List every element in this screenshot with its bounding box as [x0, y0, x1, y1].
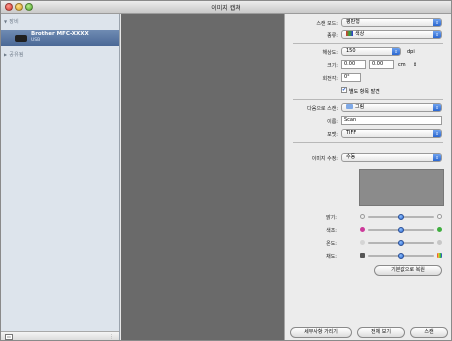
devices-section-header[interactable]: ▼ 장비: [4, 18, 19, 25]
size-label: 크기:: [327, 63, 338, 69]
kind-label: 종류:: [327, 33, 338, 39]
scan-settings-panel: 스캔 모드: 평판형 ⇕ 종류: 색상 ⇕ 해상도: 150 ⇕ dpi 크기:: [284, 14, 451, 340]
divider: [293, 43, 443, 44]
width-field[interactable]: 0.00: [341, 60, 366, 69]
size-unit: cm: [398, 62, 406, 68]
unit-stepper-icon[interactable]: ⇕: [413, 62, 417, 68]
device-connection: USB: [31, 38, 41, 43]
sidebar-item-device[interactable]: Brother MFC-XXXX USB: [1, 30, 119, 46]
kind-row: 종류: 색상 ⇕: [285, 30, 451, 39]
shared-section-header[interactable]: ▶ 공유됨: [4, 51, 24, 58]
overview-button[interactable]: 전체 보기: [357, 327, 405, 338]
sun-low-icon: [360, 214, 365, 219]
scan-to-label: 다음으로 스캔:: [307, 106, 338, 112]
kind-popup[interactable]: 색상 ⇕: [341, 30, 442, 39]
sidebar: ▼ 장비 Brother MFC-XXXX USB ▶ 공유됨 ▭ ⋮: [1, 14, 120, 340]
sun-high-icon: [437, 214, 442, 219]
cool-icon: [360, 240, 365, 245]
brightness-slider[interactable]: [368, 214, 434, 220]
scan-to-value: 그림: [355, 104, 365, 110]
scan-button[interactable]: 스캔: [410, 327, 448, 338]
resolution-unit: dpi: [407, 49, 415, 55]
histogram-preview: [359, 169, 444, 206]
scan-to-popup[interactable]: 그림 ⇕: [341, 103, 442, 112]
rotation-field[interactable]: 0°: [341, 73, 361, 82]
rotation-row: 회전각: 0°: [285, 73, 451, 82]
full-color-icon: [437, 253, 442, 258]
saturation-label: 채도:: [326, 254, 337, 260]
warm-icon: [437, 240, 442, 245]
scan-mode-label: 스캔 모드:: [316, 21, 338, 27]
scan-mode-popup[interactable]: 평판형 ⇕: [341, 18, 442, 27]
size-row: 크기: 0.00 0.00 cm ⇕: [285, 60, 451, 69]
popup-arrows-icon: ⇕: [433, 19, 441, 26]
resolution-value: 150: [346, 48, 356, 54]
disclosure-triangle-icon: ▼: [4, 19, 8, 24]
popup-arrows-icon: ⇕: [433, 130, 441, 137]
kind-value: 색상: [355, 31, 365, 37]
rotation-label: 회전각:: [322, 76, 339, 82]
separate-items-label: 별도 항목 발견: [349, 89, 380, 95]
window-title: 이미지 캡쳐: [211, 5, 241, 12]
popup-arrows-icon: ⇕: [392, 48, 400, 55]
magenta-icon: [360, 227, 365, 232]
slider-knob[interactable]: [398, 253, 404, 259]
resolution-row: 해상도: 150 ⇕ dpi: [285, 47, 451, 56]
image-correction-popup[interactable]: 수동 ⇕: [341, 153, 442, 162]
format-label: 포맷:: [327, 132, 338, 138]
scanner-icon: [15, 35, 27, 42]
brightness-row: 밝기:: [285, 213, 451, 221]
scan-mode-row: 스캔 모드: 평판형 ⇕: [285, 18, 451, 27]
divider: [293, 99, 443, 100]
resize-grip-icon[interactable]: ⋮: [109, 334, 114, 340]
restore-defaults-button[interactable]: 기본값으로 복원: [374, 265, 442, 276]
scan-preview-area[interactable]: [121, 14, 284, 340]
tint-slider[interactable]: [368, 227, 434, 233]
popup-arrows-icon: ⇕: [433, 104, 441, 111]
temperature-slider[interactable]: [368, 240, 434, 246]
temperature-row: 온도:: [285, 239, 451, 247]
image-correction-row: 이미지 수정: 수동 ⇕: [285, 153, 451, 162]
devices-heading: 장비: [9, 19, 19, 25]
resolution-label: 해상도:: [322, 50, 339, 56]
tint-row: 색조:: [285, 226, 451, 234]
format-popup[interactable]: TIFF ⇕: [341, 129, 442, 138]
saturation-slider[interactable]: [368, 253, 434, 259]
slider-knob[interactable]: [398, 240, 404, 246]
popup-arrows-icon: ⇕: [433, 31, 441, 38]
folder-icon: [346, 104, 353, 109]
show-folder-icon[interactable]: ▭: [5, 334, 13, 340]
brightness-label: 밝기:: [326, 215, 337, 221]
title-bar: 이미지 캡쳐: [1, 1, 451, 14]
format-value: TIFF: [346, 130, 357, 136]
temperature-label: 온도:: [326, 241, 337, 247]
name-row: 이름: Scan: [285, 116, 451, 125]
grayscale-icon: [360, 253, 365, 258]
image-correction-label: 이미지 수정:: [311, 156, 338, 162]
name-field[interactable]: Scan: [341, 116, 442, 125]
sidebar-bottom-bar: ▭ ⋮: [1, 331, 119, 340]
slider-knob[interactable]: [398, 214, 404, 220]
hide-details-button[interactable]: 세부사항 가리기: [290, 327, 352, 338]
scan-mode-value: 평판형: [346, 19, 360, 25]
resolution-combo[interactable]: 150 ⇕: [341, 47, 401, 56]
height-field[interactable]: 0.00: [369, 60, 394, 69]
name-label: 이름:: [327, 119, 338, 125]
tint-label: 색조:: [326, 228, 337, 234]
color-swatch-icon: [346, 31, 353, 36]
separate-items-checkbox[interactable]: ✔: [341, 87, 347, 93]
image-capture-window: 이미지 캡쳐 ▼ 장비 Brother MFC-XXXX USB ▶ 공유됨 ▭ ⋮…: [0, 0, 452, 341]
image-correction-value: 수동: [346, 154, 356, 160]
green-icon: [437, 227, 442, 232]
format-row: 포맷: TIFF ⇕: [285, 129, 451, 138]
scan-to-row: 다음으로 스캔: 그림 ⇕: [285, 103, 451, 112]
slider-knob[interactable]: [398, 227, 404, 233]
device-name: Brother MFC-XXXX: [31, 31, 89, 37]
divider: [293, 142, 443, 143]
disclosure-triangle-icon: ▶: [4, 52, 8, 57]
saturation-row: 채도:: [285, 252, 451, 260]
separate-items-row: ✔ 별도 항목 발견: [285, 86, 451, 95]
shared-heading: 공유됨: [9, 52, 24, 58]
popup-arrows-icon: ⇕: [433, 154, 441, 161]
